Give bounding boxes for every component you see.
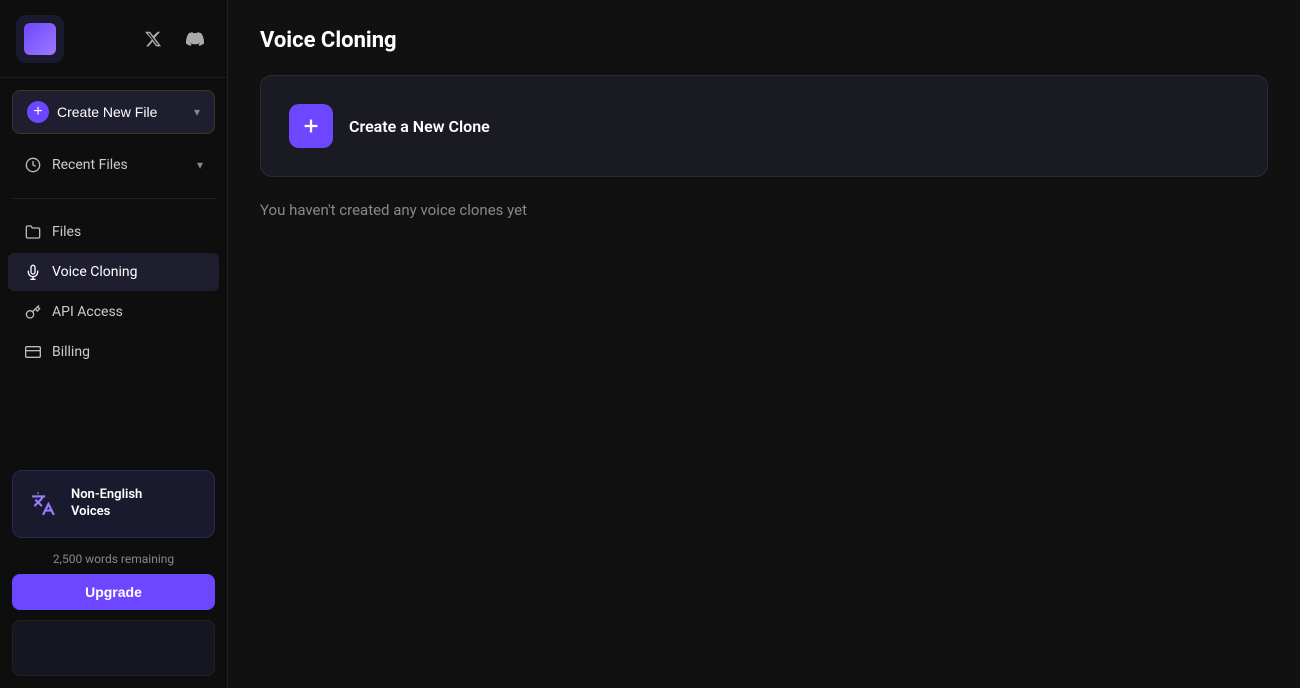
sidebar-header xyxy=(0,0,227,78)
card-icon xyxy=(24,343,42,361)
nav-section: Recent Files ▾ xyxy=(0,138,227,192)
create-new-file-label: Create New File xyxy=(57,104,157,120)
twitter-x-icon[interactable] xyxy=(137,23,169,55)
nav-divider xyxy=(12,198,215,199)
recent-files-chevron: ▾ xyxy=(197,158,203,172)
non-english-text: Non-English Voices xyxy=(71,487,142,521)
billing-label: Billing xyxy=(52,344,90,360)
main-content: Voice Cloning Create a New Clone You hav… xyxy=(228,0,1300,688)
create-clone-label: Create a New Clone xyxy=(349,117,490,136)
sidebar-bottom: Non-English Voices 2,500 words remaining… xyxy=(0,458,227,688)
sidebar-item-recent-files[interactable]: Recent Files ▾ xyxy=(8,146,219,184)
plus-circle-icon: + xyxy=(27,101,49,123)
create-plus-icon xyxy=(289,104,333,148)
sidebar: + Create New File ▾ Recent Files ▾ xyxy=(0,0,228,688)
sidebar-item-billing[interactable]: Billing xyxy=(8,333,219,371)
files-label: Files xyxy=(52,224,81,240)
key-icon xyxy=(24,303,42,321)
words-remaining: 2,500 words remaining xyxy=(12,552,215,566)
folder-icon xyxy=(24,223,42,241)
non-english-voices-banner[interactable]: Non-English Voices xyxy=(12,470,215,538)
empty-state-text: You haven't created any voice clones yet xyxy=(260,201,1268,219)
create-new-file-button[interactable]: + Create New File ▾ xyxy=(12,90,215,134)
voices-label: Voices xyxy=(71,504,142,521)
page-title: Voice Cloning xyxy=(260,28,1268,53)
wave-icon xyxy=(24,263,42,281)
translate-icon xyxy=(27,488,59,520)
user-area xyxy=(12,620,215,676)
logo xyxy=(16,15,64,63)
sidebar-item-voice-cloning[interactable]: Voice Cloning xyxy=(8,253,219,291)
non-english-label: Non-English xyxy=(71,487,142,504)
sidebar-item-files[interactable]: Files xyxy=(8,213,219,251)
clock-icon xyxy=(24,156,42,174)
chevron-down-icon: ▾ xyxy=(194,105,200,119)
recent-files-label: Recent Files xyxy=(52,157,128,173)
social-icons xyxy=(137,23,211,55)
api-access-label: API Access xyxy=(52,304,123,320)
discord-icon[interactable] xyxy=(179,23,211,55)
create-clone-card[interactable]: Create a New Clone xyxy=(260,75,1268,177)
upgrade-button[interactable]: Upgrade xyxy=(12,574,215,610)
logo-inner xyxy=(24,23,56,55)
nav-main-section: Files Voice Cloning API Access xyxy=(0,205,227,379)
voice-cloning-label: Voice Cloning xyxy=(52,264,137,280)
sidebar-item-api-access[interactable]: API Access xyxy=(8,293,219,331)
